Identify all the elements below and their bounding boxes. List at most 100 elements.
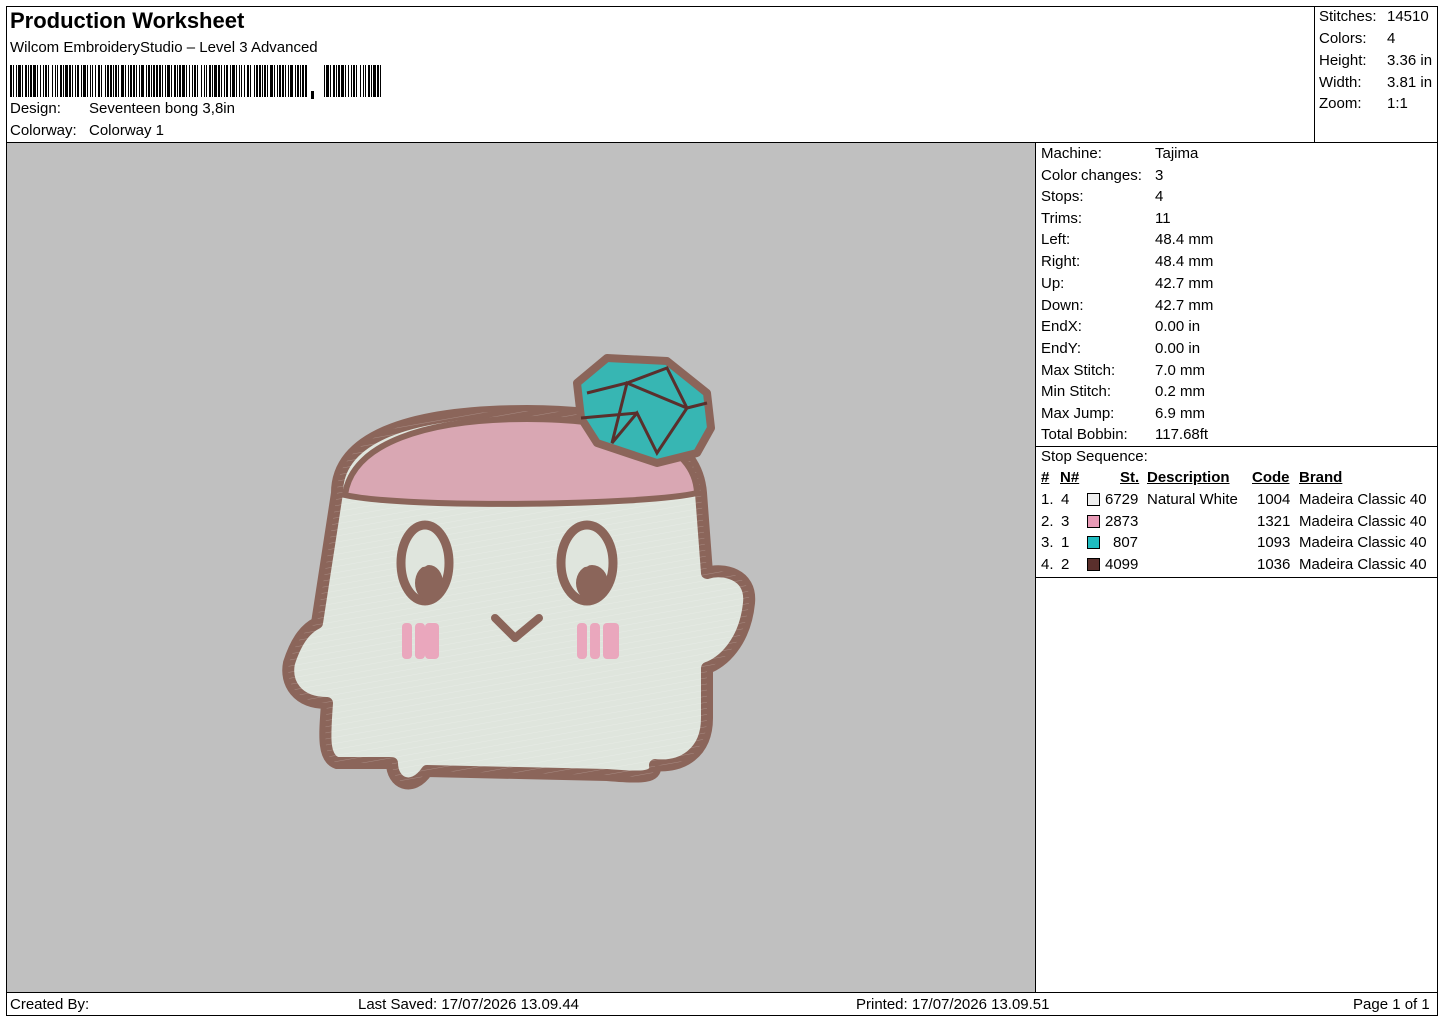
info-row: Down: 42.7 mm [1041,297,1213,314]
summary-value: 1:1 [1387,95,1408,112]
summary-label: Height: [1319,52,1367,69]
page-number: Page 1 of 1 [1353,996,1430,1013]
design-left-eye [396,520,454,606]
col-header-needle: N# [1060,469,1080,486]
design-right-blush [577,623,619,659]
color-swatch [1087,493,1100,506]
info-row: Max Stitch: 7.0 mm [1041,362,1205,379]
summary-box: Stitches: 14510 Colors: 4 Height: 3.36 in W… [1314,6,1438,143]
info-row: Left: 48.4 mm [1041,231,1213,248]
colorway-label: Colorway: [10,122,77,139]
machine-info-panel: Machine: Tajima Color changes: 3 Stops: 4 T… [1036,143,1438,992]
stop-code: 1321 [1257,513,1291,530]
info-value: 6.9 mm [1155,405,1206,422]
stop-needle: 3 [1061,513,1070,530]
design-value: Seventeen bong 3,8in [89,100,235,117]
stop-code: 1093 [1257,534,1291,551]
info-value: 42.7 mm [1155,275,1214,292]
info-label: Total Bobbin: [1041,426,1128,443]
summary-label: Stitches: [1319,8,1377,25]
info-value: 48.4 mm [1155,253,1214,270]
barcode [10,65,381,99]
info-value: 4 [1155,188,1164,205]
info-value: 48.4 mm [1155,231,1214,248]
software-subtitle: Wilcom EmbroideryStudio – Level 3 Advanc… [10,39,318,56]
stop-code: 1004 [1257,491,1291,508]
stop-code: 1036 [1257,556,1291,573]
embroidery-design [282,354,756,790]
stop-stitches: 807 [1113,534,1139,551]
summary-value: 14510 [1387,8,1429,25]
colorway-row: Colorway: Colorway 1 [10,122,164,139]
summary-label: Colors: [1319,30,1367,47]
stop-num: 1. [1041,491,1054,508]
info-row: Right: 48.4 mm [1041,253,1213,270]
info-value: 117.68ft [1155,426,1209,443]
summary-row: Stitches: 14510 [1319,8,1429,25]
info-row: Trims: 11 [1041,210,1171,227]
info-label: Up: [1041,275,1065,292]
stop-brand: Madeira Classic 40 [1299,534,1427,551]
info-value: 0.2 mm [1155,383,1206,400]
info-row: Up: 42.7 mm [1041,275,1213,292]
info-label: Max Jump: [1041,405,1115,422]
info-value: 7.0 mm [1155,362,1206,379]
info-label: EndX: [1041,318,1082,335]
stop-needle: 2 [1061,556,1070,573]
info-value: 0.00 in [1155,340,1201,357]
worksheet-footer: Created By: Last Saved: 17/07/2026 13.09… [6,992,1438,1016]
col-header-brand: Brand [1299,469,1343,486]
design-row: Design: Seventeen bong 3,8in [10,100,235,117]
stop-stitches: 6729 [1105,491,1139,508]
color-swatch [1087,536,1100,549]
info-label: Right: [1041,253,1081,270]
stop-brand: Madeira Classic 40 [1299,556,1427,573]
info-label: Machine: [1041,145,1102,162]
col-header-code: Code [1252,469,1290,486]
summary-value: 3.36 in [1387,52,1433,69]
info-label: Down: [1041,297,1084,314]
info-label: Min Stitch: [1041,383,1112,400]
info-value: 3 [1155,167,1164,184]
printed-date: Printed: 17/07/2026 13.09.51 [856,996,1050,1013]
info-row: Color changes: 3 [1041,167,1163,184]
info-row: EndX: 0.00 in [1041,318,1200,335]
design-left-blush [402,623,439,659]
page-title: Production Worksheet [10,8,245,33]
info-label: Left: [1041,231,1071,248]
stop-sequence-title: Stop Sequence: [1041,448,1148,465]
colorway-value: Colorway 1 [89,122,165,139]
divider [1036,446,1438,447]
divider [1036,577,1438,578]
summary-value: 4 [1387,30,1396,47]
stop-needle: 1 [1061,534,1070,551]
col-header-stitches: St. [1120,469,1140,486]
stop-brand: Madeira Classic 40 [1299,513,1427,530]
col-header-description: Description [1147,469,1230,486]
info-label: Color changes: [1041,167,1142,184]
color-swatch [1087,558,1100,571]
info-value: Tajima [1155,145,1199,162]
stop-needle: 4 [1061,491,1070,508]
stop-brand: Madeira Classic 40 [1299,491,1427,508]
info-value: 0.00 in [1155,318,1201,335]
stop-description: Natural White [1147,491,1238,508]
info-row: Stops: 4 [1041,188,1163,205]
summary-label: Zoom: [1319,95,1362,112]
summary-value: 3.81 in [1387,74,1433,91]
created-by: Created By: [10,996,90,1013]
summary-row: Height: 3.36 in [1319,52,1432,69]
color-swatch [1087,515,1100,528]
stop-num: 3. [1041,534,1054,551]
design-canvas [7,143,1036,992]
info-value: 11 [1155,210,1171,227]
summary-label: Width: [1319,74,1362,91]
info-row: Min Stitch: 0.2 mm [1041,383,1205,400]
summary-row: Width: 3.81 in [1319,74,1432,91]
design-right-eye [556,520,618,606]
info-label: Stops: [1041,188,1084,205]
summary-row: Zoom: 1:1 [1319,95,1408,112]
info-label: Max Stitch: [1041,362,1116,379]
stop-stitches: 4099 [1105,556,1139,573]
info-row: Max Jump: 6.9 mm [1041,405,1205,422]
